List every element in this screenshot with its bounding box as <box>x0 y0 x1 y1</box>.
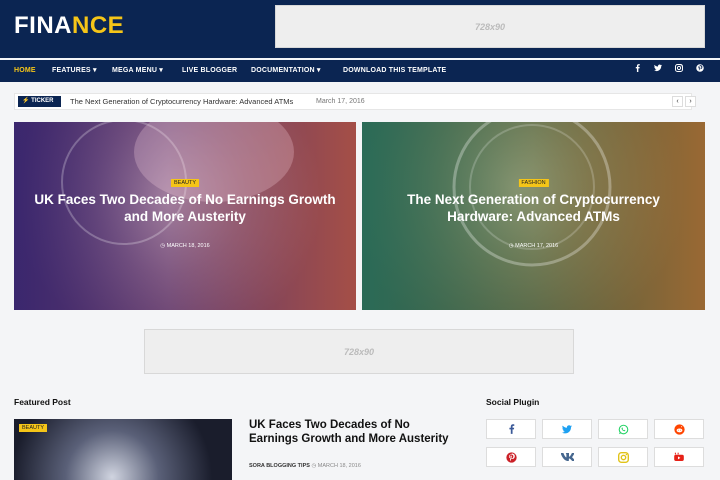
ticker-date: March 17, 2016 <box>316 98 365 105</box>
logo-text-part1: FINA <box>14 12 72 39</box>
main-nav: HOME FEATURES ▾ MEGA MENU ▾ LIVE BLOGGER… <box>0 60 720 82</box>
nav-item-home[interactable]: HOME <box>14 60 36 82</box>
nav-item-features[interactable]: FEATURES ▾ <box>52 60 97 82</box>
pinterest-icon[interactable] <box>696 60 704 82</box>
ticker-prev-button[interactable]: ‹ <box>672 96 683 107</box>
hero-post-1-date: ◷ MARCH 18, 2016 <box>160 243 210 249</box>
social-pinterest-button[interactable] <box>486 447 536 467</box>
lightning-icon: ⚡ <box>22 98 30 104</box>
facebook-icon <box>508 424 514 434</box>
ticker-headline-link[interactable]: The Next Generation of Cryptocurrency Ha… <box>70 94 293 110</box>
instagram-icon <box>617 451 629 463</box>
header-ad-banner[interactable]: 728x90 <box>275 5 705 48</box>
featured-post-title[interactable]: UK Faces Two Decades of No Earnings Grow… <box>249 418 449 446</box>
hero-post-2-category-badge[interactable]: FASHION <box>518 179 549 187</box>
featured-post-heading: Featured Post <box>14 397 71 407</box>
social-youtube-button[interactable] <box>654 447 704 467</box>
hero-post-1[interactable]: BEAUTY UK Faces Two Decades of No Earnin… <box>14 122 356 310</box>
ticker-next-button[interactable]: › <box>685 96 696 107</box>
youtube-icon <box>674 452 684 461</box>
nav-item-documentation[interactable]: DOCUMENTATION ▾ <box>251 60 321 82</box>
social-twitter-button[interactable] <box>542 419 592 439</box>
instagram-icon[interactable] <box>675 60 683 82</box>
social-vk-button[interactable] <box>542 447 592 467</box>
middle-ad-banner[interactable]: 728x90 <box>144 329 574 374</box>
featured-post-category-badge[interactable]: BEAUTY <box>19 424 48 432</box>
hero-post-1-title[interactable]: UK Faces Two Decades of No Earnings Grow… <box>34 192 336 225</box>
whatsapp-icon <box>618 424 628 434</box>
nav-item-live-blogger[interactable]: LIVE BLOGGER <box>182 60 237 82</box>
nav-item-download-template[interactable]: DOWNLOAD THIS TEMPLATE <box>343 60 446 82</box>
featured-post-date: ◷ MARCH 18, 2016 <box>311 463 361 469</box>
ticker-label: ⚡ TICKER <box>18 96 61 107</box>
featured-post-meta: SORA BLOGGING TIPS ◷ MARCH 18, 2016 <box>249 463 361 469</box>
social-plugin-heading: Social Plugin <box>486 397 540 407</box>
site-header: FINANCE 728x90 <box>0 0 720 58</box>
site-logo[interactable]: FINANCE <box>14 12 124 40</box>
featured-post-author[interactable]: SORA BLOGGING TIPS <box>249 463 310 469</box>
social-facebook-button[interactable] <box>486 419 536 439</box>
nav-item-mega-menu[interactable]: MEGA MENU ▾ <box>112 60 163 82</box>
social-instagram-button[interactable] <box>598 447 648 467</box>
hero-post-2-date: ◷ MARCH 17, 2016 <box>508 243 559 249</box>
facebook-icon[interactable] <box>634 60 641 82</box>
hero-post-2[interactable]: FASHION The Next Generation of Cryptocur… <box>362 122 705 310</box>
ticker-label-text: TICKER <box>31 98 54 104</box>
social-reddit-button[interactable] <box>654 419 704 439</box>
vk-icon <box>560 453 574 461</box>
news-ticker: ⚡ TICKER The Next Generation of Cryptocu… <box>14 93 696 110</box>
social-whatsapp-button[interactable] <box>598 419 648 439</box>
pinterest-icon <box>505 451 517 463</box>
twitter-icon <box>562 424 572 433</box>
twitter-icon[interactable] <box>654 60 662 82</box>
logo-text-part2: NCE <box>72 12 125 39</box>
hero-post-1-category-badge[interactable]: BEAUTY <box>170 179 200 187</box>
hero-post-2-title[interactable]: The Next Generation of Cryptocurrency Ha… <box>382 192 685 225</box>
reddit-icon <box>673 423 685 435</box>
featured-post-image[interactable]: BEAUTY <box>14 419 232 480</box>
